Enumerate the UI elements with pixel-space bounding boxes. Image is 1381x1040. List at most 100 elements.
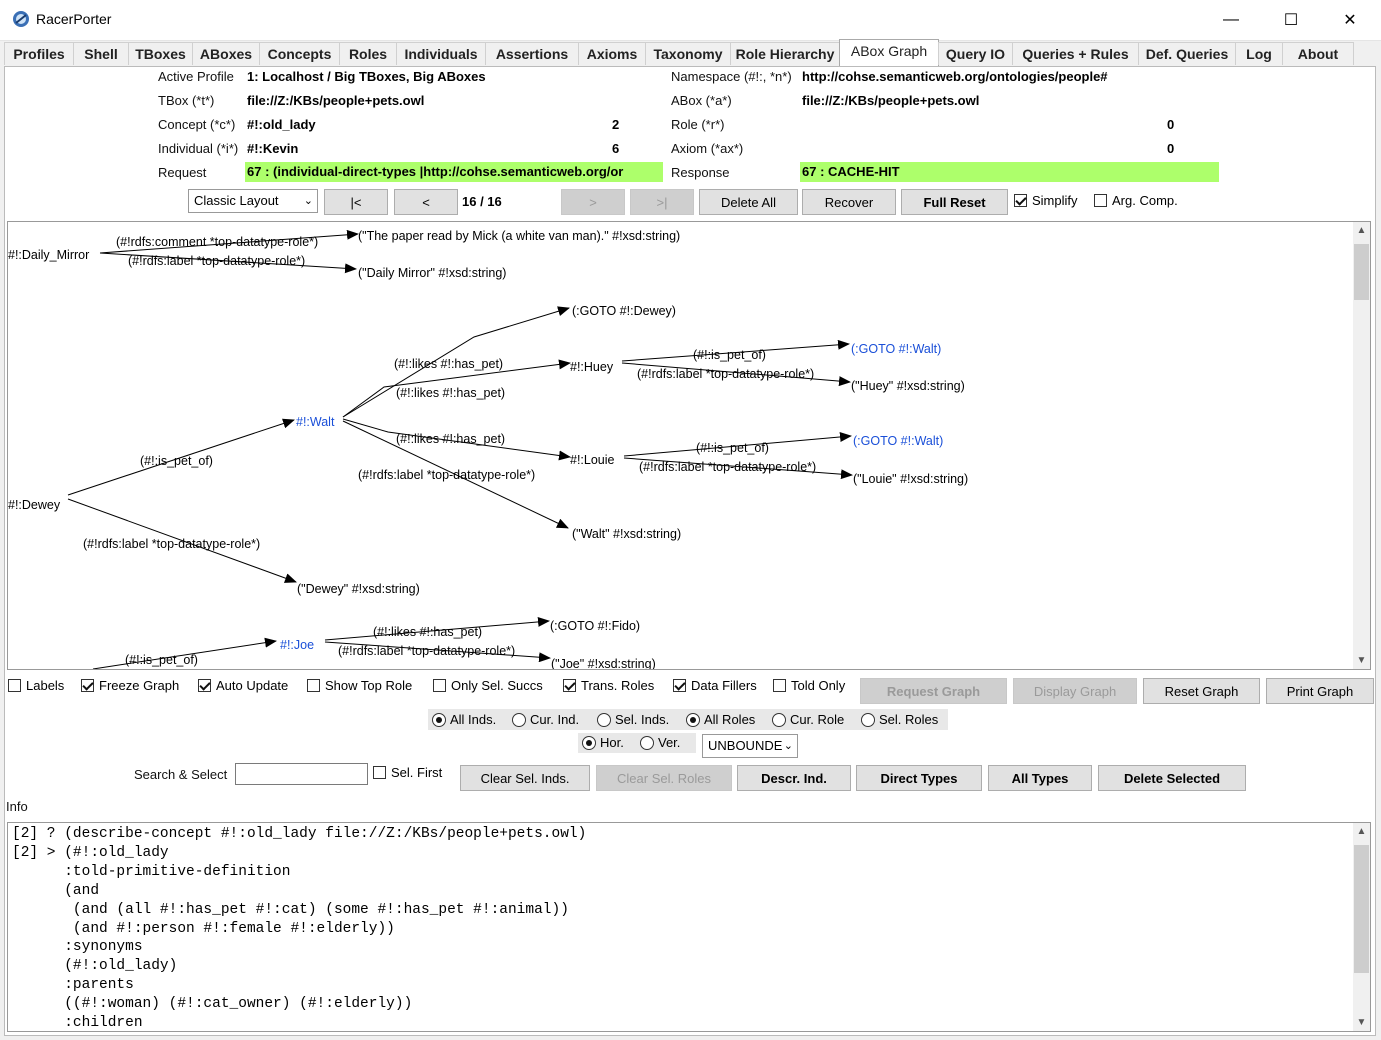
radio-icon <box>861 712 875 727</box>
descr-ind-button[interactable]: Descr. Ind. <box>737 765 851 791</box>
reset-graph-button[interactable]: Reset Graph <box>1143 678 1260 704</box>
tab-tboxes[interactable]: TBoxes <box>128 42 193 65</box>
only-sel-succs-checkbox[interactable]: Only Sel. Succs <box>433 678 543 693</box>
all-inds-radio[interactable]: All Inds. <box>432 712 496 727</box>
edge-label-joe-likes: (#!:likes #!:has_pet) <box>373 625 482 639</box>
graph-scrollbar[interactable]: ▲ ▼ <box>1353 222 1370 669</box>
checkbox-icon <box>198 679 211 692</box>
node-dewey[interactable]: #!:Dewey <box>8 498 61 512</box>
all-types-button[interactable]: All Types <box>988 765 1092 791</box>
tab-aboxes[interactable]: ABoxes <box>192 42 260 65</box>
tab-query-io[interactable]: Query IO <box>938 42 1013 65</box>
node-joe-label-value[interactable]: ("Joe" #!xsd:string) <box>551 657 656 669</box>
last-page-button[interactable]: >| <box>630 189 694 215</box>
info-scrollbar[interactable]: ▲ ▼ <box>1353 823 1370 1031</box>
sel-first-checkbox[interactable]: Sel. First <box>373 765 442 780</box>
tab-taxonomy[interactable]: Taxonomy <box>645 42 731 65</box>
tab-log[interactable]: Log <box>1235 42 1283 65</box>
scroll-up-icon[interactable]: ▲ <box>1353 222 1370 239</box>
ver-radio[interactable]: Ver. <box>640 735 680 750</box>
next-page-button[interactable]: > <box>561 189 625 215</box>
tab-concepts[interactable]: Concepts <box>259 42 340 65</box>
node-goto-dewey[interactable]: (:GOTO #!:Dewey) <box>572 304 676 318</box>
delete-selected-button[interactable]: Delete Selected <box>1098 765 1246 791</box>
node-dm-comment-value[interactable]: ("The paper read by Mick (a white van ma… <box>358 229 680 243</box>
node-daily-mirror[interactable]: #!:Daily_Mirror <box>8 248 89 262</box>
display-graph-button[interactable]: Display Graph <box>1013 678 1137 704</box>
node-joe[interactable]: #!:Joe <box>280 638 314 652</box>
sel-roles-radio[interactable]: Sel. Roles <box>861 712 938 727</box>
all-roles-radio[interactable]: All Roles <box>686 712 755 727</box>
node-huey[interactable]: #!:Huey <box>570 360 614 374</box>
individual-label: Individual (*i*) <box>158 141 239 156</box>
chevron-down-icon: ⌄ <box>783 740 793 752</box>
cur-role-radio[interactable]: Cur. Role <box>772 712 844 727</box>
info-text[interactable]: [2] ? (describe-concept #!:old_lady file… <box>12 825 586 1031</box>
tab-assertions[interactable]: Assertions <box>485 42 579 65</box>
scroll-down-icon[interactable]: ▼ <box>1353 1014 1370 1031</box>
node-louie[interactable]: #!:Louie <box>570 453 615 467</box>
trans-roles-checkbox[interactable]: Trans. Roles <box>563 678 654 693</box>
arg-comp-checkbox[interactable]: Arg. Comp. <box>1094 193 1178 208</box>
prev-page-button[interactable]: < <box>394 189 458 215</box>
close-button[interactable]: ✕ <box>1327 0 1373 40</box>
request-graph-button[interactable]: Request Graph <box>860 678 1007 704</box>
labels-label: Labels <box>26 678 65 693</box>
racerporter-logo-icon <box>13 11 29 27</box>
tab-def-queries[interactable]: Def. Queries <box>1138 42 1236 65</box>
abox-graph-canvas[interactable]: #!:Daily_Mirror (#!rdfs:comment *top-dat… <box>7 221 1371 670</box>
tab-about[interactable]: About <box>1282 42 1354 65</box>
simplify-checkbox[interactable]: Simplify <box>1014 193 1078 208</box>
node-huey-goto-walt[interactable]: (:GOTO #!:Walt) <box>851 342 941 356</box>
tab-shell[interactable]: Shell <box>73 42 129 65</box>
scroll-down-icon[interactable]: ▼ <box>1353 652 1370 669</box>
show-top-role-checkbox[interactable]: Show Top Role <box>307 678 412 693</box>
scrollbar-thumb[interactable] <box>1354 845 1369 973</box>
node-dm-label-value[interactable]: ("Daily Mirror" #!xsd:string) <box>358 266 506 280</box>
concept-count: 2 <box>612 117 620 132</box>
tab-bar: Profiles Shell TBoxes ABoxes Concepts Ro… <box>4 39 1376 66</box>
tab-individuals[interactable]: Individuals <box>396 42 486 65</box>
search-select-input[interactable] <box>235 763 368 785</box>
node-dewey-label-value[interactable]: ("Dewey" #!xsd:string) <box>297 582 420 596</box>
layout-select[interactable]: Classic Layout ⌄ <box>188 189 318 213</box>
cur-ind-radio[interactable]: Cur. Ind. <box>512 712 579 727</box>
recover-button[interactable]: Recover <box>802 189 896 215</box>
tab-abox-graph[interactable]: ABox Graph <box>839 39 939 66</box>
node-walt[interactable]: #!:Walt <box>296 415 335 429</box>
auto-update-checkbox[interactable]: Auto Update <box>198 678 288 693</box>
checkbox-icon <box>673 679 686 692</box>
scrollbar-thumb[interactable] <box>1354 244 1369 300</box>
tab-roles[interactable]: Roles <box>339 42 397 65</box>
direct-types-button[interactable]: Direct Types <box>856 765 982 791</box>
clear-sel-inds-button[interactable]: Clear Sel. Inds. <box>460 765 590 791</box>
hor-radio[interactable]: Hor. <box>582 735 624 750</box>
node-joe-goto-fido[interactable]: (:GOTO #!:Fido) <box>550 619 640 633</box>
edge-label-louie-label: (#!rdfs:label *top-datatype-role*) <box>639 460 816 474</box>
tab-queries-rules[interactable]: Queries + Rules <box>1012 42 1139 65</box>
tab-role-hierarchy[interactable]: Role Hierarchy <box>730 42 840 65</box>
data-fillers-checkbox[interactable]: Data Fillers <box>673 678 757 693</box>
full-reset-button[interactable]: Full Reset <box>901 189 1008 215</box>
print-graph-button[interactable]: Print Graph <box>1266 678 1374 704</box>
delete-all-button[interactable]: Delete All <box>699 189 798 215</box>
scroll-up-icon[interactable]: ▲ <box>1353 823 1370 840</box>
info-console[interactable]: [2] ? (describe-concept #!:old_lady file… <box>7 822 1371 1032</box>
told-only-checkbox[interactable]: Told Only <box>773 678 845 693</box>
tab-axioms[interactable]: Axioms <box>578 42 646 65</box>
namespace-label: Namespace (#!:, *n*) <box>671 69 792 84</box>
labels-checkbox[interactable]: Labels <box>8 678 64 693</box>
clear-sel-roles-button[interactable]: Clear Sel. Roles <box>596 765 732 791</box>
freeze-graph-checkbox[interactable]: Freeze Graph <box>81 678 179 693</box>
sel-roles-label: Sel. Roles <box>879 712 939 727</box>
first-page-button[interactable]: |< <box>324 189 388 215</box>
minimize-button[interactable]: — <box>1208 0 1254 40</box>
node-louie-label-value[interactable]: ("Louie" #!xsd:string) <box>853 472 968 486</box>
node-huey-label-value[interactable]: ("Huey" #!xsd:string) <box>851 379 965 393</box>
tab-profiles[interactable]: Profiles <box>4 42 74 65</box>
sel-inds-radio[interactable]: Sel. Inds. <box>597 712 669 727</box>
depth-select[interactable]: UNBOUNDE ⌄ <box>702 734 798 758</box>
node-walt-label-value[interactable]: ("Walt" #!xsd:string) <box>572 527 681 541</box>
node-louie-goto-walt[interactable]: (:GOTO #!:Walt) <box>853 434 943 448</box>
maximize-button[interactable]: ☐ <box>1268 0 1314 40</box>
